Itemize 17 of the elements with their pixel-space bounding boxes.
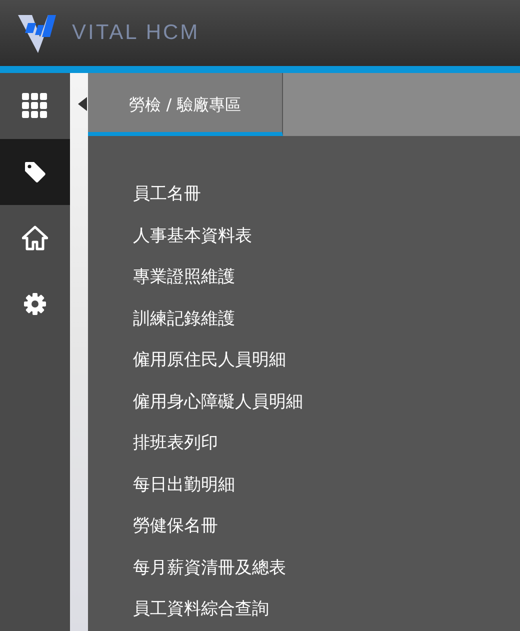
menu-link[interactable]: 人事基本資料表: [133, 224, 252, 249]
menu-link[interactable]: 僱用原住民人員明細: [133, 348, 286, 374]
menu-link[interactable]: 專業證照維護: [133, 265, 235, 290]
menu-link[interactable]: 員工名冊: [133, 182, 201, 208]
menu-link[interactable]: 每日出勤明細: [133, 472, 235, 498]
logo-text: VITAL HCM: [72, 20, 200, 46]
menu-link[interactable]: 員工資料綜合查詢: [133, 597, 269, 622]
menu-link[interactable]: 勞健保名冊: [133, 514, 218, 540]
sidebar-item[interactable]: [0, 139, 70, 205]
menu-link[interactable]: 排班表列印: [133, 431, 218, 456]
tag-icon: [23, 160, 47, 184]
menu-link[interactable]: 每月薪資清冊及總表: [133, 556, 286, 581]
menu-link[interactable]: 僱用身心障礙人員明細: [133, 390, 303, 415]
grid-icon: [22, 93, 48, 119]
menu-link[interactable]: 訓練記錄維護: [133, 306, 235, 332]
home-icon: [22, 225, 48, 251]
panel-tab[interactable]: 勞檢 / 驗廠專區: [88, 73, 283, 136]
